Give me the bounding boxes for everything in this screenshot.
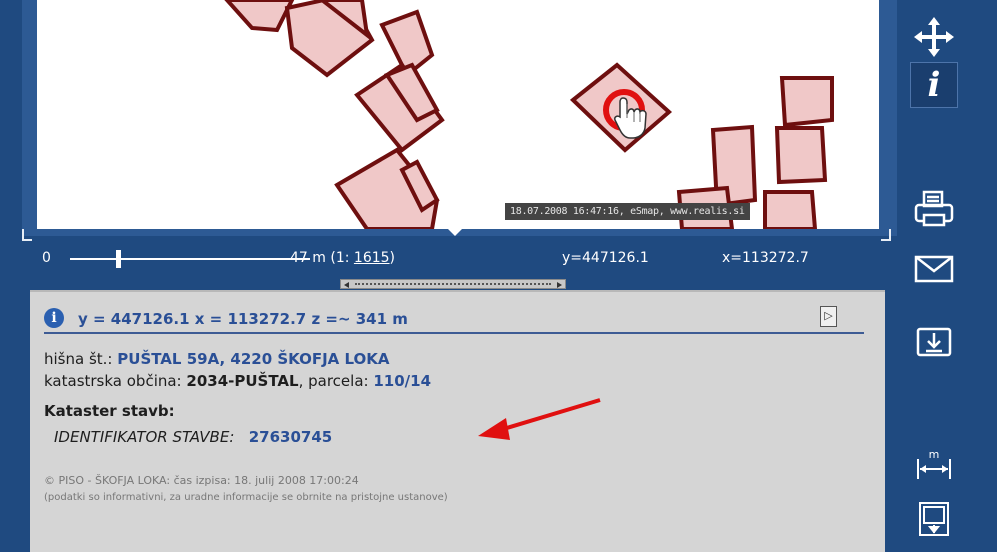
- house-number-label: hišna št.:: [44, 350, 113, 368]
- scale-zero-label: 0: [42, 250, 51, 266]
- building-parcel: [779, 76, 834, 128]
- right-toolbar: i m: [897, 0, 997, 550]
- mail-icon: [914, 255, 954, 283]
- building-parcel: [763, 190, 818, 229]
- building-id-label: IDENTIFIKATOR STAVBE:: [54, 428, 235, 446]
- scale-bar: 0 47 m (1: 1615) y=447126.1 x=113272.7: [22, 244, 892, 274]
- info-panel: i y = 447126.1 x = 113272.7 z =~ 341 m ▷…: [30, 290, 885, 552]
- info-header: i y = 447126.1 x = 113272.7 z =~ 341 m ▷: [44, 306, 864, 334]
- cadastral-row: katastrska občina: 2034-PUŠTAL, parcela:…: [44, 372, 431, 390]
- info-tool-button[interactable]: i: [910, 62, 958, 108]
- building-parcel: [224, 0, 295, 33]
- map-canvas[interactable]: [37, 0, 879, 229]
- document-icon[interactable]: ▷: [820, 306, 837, 327]
- mail-button[interactable]: [910, 246, 958, 292]
- house-number-value: PUŠTAL 59A, 4220 ŠKOFJA LOKA: [117, 350, 390, 368]
- pan-icon: [914, 17, 954, 57]
- building-cadastre-heading: Kataster stavb:: [44, 402, 175, 420]
- cursor-coord-y: y=447126.1: [562, 250, 649, 266]
- disclaimer-note: (podatki so informativni, za uradne info…: [44, 492, 448, 503]
- zoom-extent-icon: [919, 502, 949, 536]
- zoom-extent-button[interactable]: [910, 496, 958, 542]
- house-number-row: hišna št.: PUŠTAL 59A, 4220 ŠKOFJA LOKA: [44, 350, 390, 368]
- map-corner: [22, 229, 32, 241]
- copyright-line: © PISO - ŠKOFJA LOKA: čas izpisa: 18. ju…: [44, 474, 359, 487]
- splitter-right-arrow-icon: [557, 282, 562, 288]
- parcel-label: , parcela:: [298, 372, 369, 390]
- measure-button[interactable]: m: [910, 440, 958, 486]
- panel-splitter[interactable]: [340, 279, 566, 289]
- building-id-value: 27630745: [248, 428, 333, 446]
- measure-icon: m: [917, 448, 951, 479]
- map-corner: [881, 229, 891, 241]
- map-timestamp: 18.07.2008 16:47:16, eSmap, www.realis.s…: [505, 203, 750, 220]
- coordinate-line: y = 447126.1 x = 113272.7 z =~ 341 m: [78, 310, 408, 328]
- annotation-arrow: [478, 398, 601, 440]
- cadastral-value: 2034-PUŠTAL: [186, 372, 299, 390]
- scale-track[interactable]: [70, 258, 310, 260]
- map-collapse-handle[interactable]: [448, 229, 462, 236]
- scale-close: ): [389, 250, 396, 266]
- cadastral-label: katastrska občina:: [44, 372, 182, 390]
- building-parcel: [774, 126, 828, 185]
- map-parcels: [224, 0, 834, 229]
- scale-text: 47 m (1: 1615): [290, 250, 395, 266]
- cursor-coord-x: x=113272.7: [722, 250, 809, 266]
- building-id-row: IDENTIFIKATOR STAVBE: 27630745: [54, 428, 332, 446]
- info-circle-icon: i: [44, 308, 64, 328]
- splitter-grip: [355, 283, 551, 285]
- pan-tool-button[interactable]: [910, 14, 958, 60]
- scale-value-link[interactable]: 1615: [354, 250, 390, 266]
- export-icon: [916, 327, 952, 357]
- scale-distance-label: 47 m (1:: [290, 250, 350, 266]
- splitter-left-arrow-icon: [344, 282, 349, 288]
- svg-text:m: m: [929, 448, 940, 461]
- info-icon: i: [927, 65, 941, 105]
- export-button[interactable]: [910, 320, 958, 366]
- print-icon: [914, 190, 954, 227]
- parcel-value: 110/14: [373, 372, 432, 390]
- print-button[interactable]: [910, 186, 958, 232]
- scale-slider-handle[interactable]: [116, 250, 121, 268]
